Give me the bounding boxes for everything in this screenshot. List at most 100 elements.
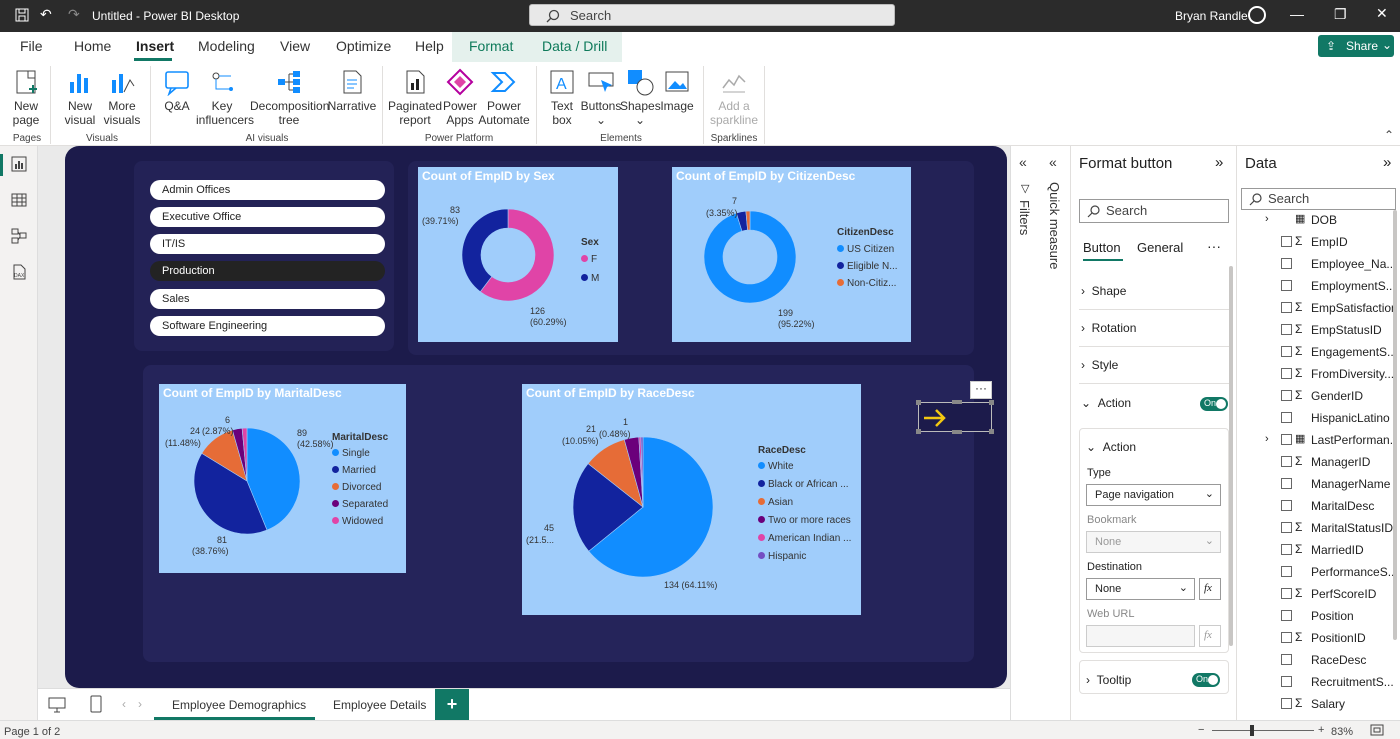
section-action[interactable]: ⌄ Action [1081, 396, 1131, 410]
legend-item-american-indian[interactable]: American Indian ... [758, 533, 851, 544]
marital-pie-visual[interactable]: Count of EmpID by MaritalDesc 6 24 (2.87… [159, 384, 406, 573]
legend-item-eligible[interactable]: Eligible N... [837, 261, 898, 272]
menu-optimize[interactable]: Optimize [336, 38, 391, 54]
legend-item-non-citizen[interactable]: Non-Citiz... [837, 278, 898, 289]
decomposition-tree-button[interactable]: Decomposition tree [250, 68, 329, 127]
field-checkbox[interactable] [1281, 456, 1292, 467]
fit-to-page-icon[interactable] [1370, 724, 1384, 736]
desktop-layout-icon[interactable] [48, 697, 66, 713]
field-checkbox[interactable] [1281, 280, 1292, 291]
scroll-right-icon[interactable]: › [138, 697, 142, 711]
add-sparkline-button[interactable]: Add a sparkline [708, 68, 760, 127]
field-checkbox[interactable] [1281, 346, 1292, 357]
tooltip-toggle[interactable]: On [1192, 673, 1220, 687]
section-rotation[interactable]: › Rotation [1081, 321, 1136, 335]
slicer-item[interactable]: Executive Office [150, 207, 385, 227]
restore-icon[interactable]: ❐ [1334, 6, 1347, 23]
field-item[interactable]: › ▦ LastPerforman... [1237, 430, 1400, 452]
shapes-button[interactable]: Shapes ⌄ [620, 68, 661, 127]
field-item[interactable]: Σ PositionID [1237, 628, 1400, 650]
data-pane-scrollbar[interactable] [1393, 210, 1397, 640]
format-pane-scrollbar[interactable] [1229, 266, 1233, 646]
legend-item-separated[interactable]: Separated [332, 499, 388, 510]
field-item[interactable]: Σ EmpStatusID [1237, 320, 1400, 342]
expand-quick-measure-icon[interactable]: « [1049, 154, 1057, 170]
sex-donut-visual[interactable]: Count of EmpID by Sex 83 (39.71%) 126 (6… [418, 167, 618, 342]
field-item[interactable]: › ▦ DOB [1237, 210, 1400, 232]
qa-button[interactable]: Q&A [158, 68, 196, 113]
legend-item-single[interactable]: Single [332, 448, 388, 459]
page-navigation-arrow-button[interactable] [916, 400, 994, 434]
section-shape[interactable]: › Shape [1081, 284, 1126, 298]
field-checkbox[interactable] [1281, 258, 1292, 269]
expand-filters-icon[interactable]: « [1019, 154, 1027, 170]
close-icon[interactable]: ✕ [1376, 5, 1388, 22]
more-visuals-button[interactable]: More visuals [102, 68, 142, 127]
pie-slice-m[interactable] [461, 208, 509, 293]
paginated-report-button[interactable]: Paginated report [388, 68, 442, 127]
add-page-button[interactable]: + [435, 689, 469, 720]
chevron-right-icon[interactable]: › [1265, 213, 1269, 225]
global-search-input[interactable]: Search [529, 4, 895, 26]
slicer-item[interactable]: Software Engineering [150, 316, 385, 336]
slicer-item[interactable]: Production [150, 261, 385, 281]
type-dropdown[interactable]: Page navigation ⌄ [1086, 484, 1221, 506]
tooltip-section[interactable]: › Tooltip [1086, 673, 1131, 687]
table-view-icon[interactable] [11, 192, 27, 208]
power-automate-button[interactable]: Power Automate [478, 68, 530, 127]
slicer-item[interactable]: Sales [150, 289, 385, 309]
slicer-item[interactable]: IT/IS [150, 234, 385, 254]
field-checkbox[interactable] [1281, 390, 1292, 401]
share-button[interactable]: ⇪ Share ⌄ [1318, 35, 1394, 57]
menu-modeling[interactable]: Modeling [198, 38, 255, 54]
data-search-input[interactable]: Search [1241, 188, 1396, 210]
field-item[interactable]: Σ PerfScoreID [1237, 584, 1400, 606]
chevron-right-icon[interactable]: › [1265, 433, 1269, 445]
mobile-layout-icon[interactable] [90, 695, 102, 713]
fx-button-disabled[interactable]: fx [1199, 625, 1221, 647]
format-search-input[interactable]: Search [1079, 199, 1229, 223]
menu-help[interactable]: Help [415, 38, 444, 54]
undo-icon[interactable]: ↶ [40, 6, 52, 23]
legend-item-white[interactable]: White [758, 461, 851, 472]
field-item[interactable]: Σ GenderID [1237, 386, 1400, 408]
legend-item-f[interactable]: F [581, 254, 599, 265]
legend-item-black[interactable]: Black or African ... [758, 479, 851, 490]
field-checkbox[interactable] [1281, 632, 1292, 643]
legend-item-two-or-more[interactable]: Two or more races [758, 515, 851, 526]
field-item[interactable]: Employee_Na... [1237, 254, 1400, 276]
quick-measure-pane-label[interactable]: Quick measure [1047, 182, 1062, 269]
legend-item-us-citizen[interactable]: US Citizen [837, 244, 898, 255]
collapse-pane-icon[interactable]: » [1215, 154, 1223, 171]
field-item[interactable]: PerformanceS... [1237, 562, 1400, 584]
model-view-icon[interactable] [11, 228, 27, 244]
field-item[interactable]: RecruitmentS... [1237, 672, 1400, 694]
field-item[interactable]: Σ Salary [1237, 694, 1400, 716]
bookmark-dropdown[interactable]: None ⌄ [1086, 531, 1221, 553]
legend-item-divorced[interactable]: Divorced [332, 482, 388, 493]
report-view-icon[interactable] [11, 156, 27, 172]
key-influencers-button[interactable]: Key influencers [196, 68, 254, 127]
menu-format[interactable]: Format [469, 38, 513, 54]
field-item[interactable]: Σ EmpID [1237, 232, 1400, 254]
action-subsection[interactable]: ⌄ Action [1086, 440, 1136, 454]
fx-button[interactable]: fx [1199, 578, 1221, 600]
zoom-slider[interactable] [1212, 730, 1314, 731]
menu-view[interactable]: View [280, 38, 310, 54]
field-checkbox[interactable] [1281, 324, 1292, 335]
field-item[interactable]: Position [1237, 606, 1400, 628]
field-item[interactable]: Σ EmpSatisfaction [1237, 298, 1400, 320]
field-item[interactable]: ManagerName [1237, 474, 1400, 496]
user-name[interactable]: Bryan Randle [1175, 9, 1248, 23]
new-page-button[interactable]: New page [6, 68, 46, 127]
page-tab-employee-details[interactable]: Employee Details [315, 689, 445, 720]
field-checkbox[interactable] [1281, 566, 1292, 577]
field-checkbox[interactable] [1281, 588, 1292, 599]
save-icon[interactable] [14, 7, 30, 26]
menu-home[interactable]: Home [74, 38, 111, 54]
buttons-button[interactable]: Buttons ⌄ [580, 68, 622, 127]
minimize-icon[interactable]: — [1290, 6, 1304, 22]
narrative-button[interactable]: Narrative [326, 68, 378, 113]
field-item[interactable]: MaritalDesc [1237, 496, 1400, 518]
field-checkbox[interactable] [1281, 302, 1292, 313]
